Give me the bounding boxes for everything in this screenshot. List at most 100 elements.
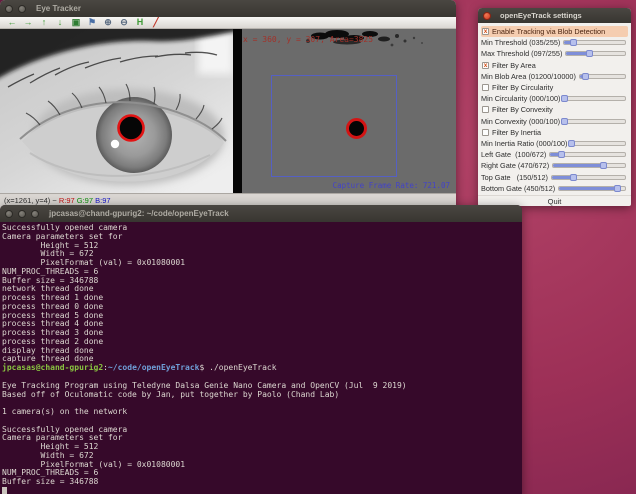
prompt-path: ~/code/openEyeTrack [108,363,200,372]
pixel-blue-value: B:97 [95,196,110,205]
gate-rectangle [271,75,397,177]
minimize-icon[interactable] [18,5,26,13]
checkbox[interactable] [482,84,489,91]
setting-label: Top Gate (150/512) [481,173,548,182]
blob-coordinates-text: x = 360, y = 307, Area=3825 [243,35,373,44]
slider[interactable] [563,96,626,101]
eye-tracker-titlebar[interactable]: Eye Tracker [0,0,456,17]
checkbox[interactable] [482,106,489,113]
terminal-line: Based off of Oculomatic code by Jan, put… [2,391,522,400]
pixel-green-value: G:97 [77,196,93,205]
checkbox[interactable] [482,129,489,136]
settings-row-11: Left Gate (100/672) [481,149,628,160]
close-icon[interactable] [5,5,13,13]
slider[interactable] [579,74,626,79]
eye-tracker-content: x = 360, y = 307, Area=3825 Capture Fram… [0,29,456,193]
zoom-in-icon[interactable]: ⊕ [100,17,116,28]
terminal-window: jpcasas@chand-gpurig2: ~/code/openEyeTra… [0,205,522,494]
desktop: Eye Tracker ←→↑↓▣⚑⊕⊖H╱ [0,0,636,494]
prompt-user: jpcasas@chand-gpurig2 [2,363,103,372]
slider-handle[interactable] [568,140,575,147]
slider[interactable] [558,186,626,191]
slider-handle[interactable] [570,39,577,46]
slider[interactable] [549,152,626,157]
settings-row-3: xFilter By Area [481,60,628,71]
window-title: jpcasas@chand-gpurig2: ~/code/openEyeTra… [49,209,229,218]
slider-handle[interactable] [582,73,589,80]
settings-row-13: Top Gate (150/512) [481,171,628,182]
pupil-detection-circle [119,116,144,141]
maximize-icon[interactable] [31,210,39,218]
slider-handle[interactable] [561,95,568,102]
slider[interactable] [563,119,626,124]
brush-icon[interactable]: ╱ [148,17,164,28]
slider-handle[interactable] [600,162,607,169]
checkbox[interactable]: x [482,28,489,35]
setting-label: Filter By Area [492,61,536,70]
slider[interactable] [563,40,626,45]
slider-handle[interactable] [558,151,565,158]
eye-image [0,29,233,193]
corneal-glint [111,140,119,148]
setting-label: Max Threshold (097/255) [481,49,562,58]
settings-row-10: Min Inertia Ratio (000/100) [481,138,628,149]
setting-label: Filter By Convexity [492,105,553,114]
close-icon[interactable] [483,12,491,20]
settings-row-5: Filter By Circularity [481,82,628,93]
setting-label: Filter By Inertia [492,128,541,137]
settings-row-9: Filter By Inertia [481,127,628,138]
terminal-line: 1 camera(s) on the network [2,408,522,417]
pan-up-icon[interactable]: ↑ [36,17,52,28]
slider-handle[interactable] [561,118,568,125]
detected-blob [346,118,367,139]
pixel-red-value: R:97 [59,196,75,205]
camera-view-panel [0,29,233,193]
pan-right-icon[interactable]: → [20,17,36,28]
settings-row-1: Min Threshold (035/255) [481,37,628,48]
settings-row-0: xEnable Tracking via Blob Detection [481,26,628,37]
settings-rows: xEnable Tracking via Blob DetectionMin T… [478,23,631,194]
terminal-body[interactable]: Successfully opened cameraCamera paramet… [0,222,522,494]
setting-label: Filter By Circularity [492,83,553,92]
pixel-coords-text: (x=1261, y=4) ~ [4,196,59,205]
setting-label: Min Inertia Ratio (000/100) [481,139,567,148]
settings-row-2: Max Threshold (097/255) [481,48,628,59]
pan-left-icon[interactable]: ← [4,17,20,28]
slider[interactable] [551,175,626,180]
terminal-titlebar[interactable]: jpcasas@chand-gpurig2: ~/code/openEyeTra… [0,205,522,222]
setting-label: Min Circularity (000/100) [481,94,560,103]
settings-titlebar[interactable]: openEyeTrack settings [478,8,631,23]
settings-row-12: Right Gate (470/672) [481,160,628,171]
slider-handle[interactable] [586,50,593,57]
settings-row-4: Min Blob Area (01200/10000) [481,71,628,82]
properties-flag-icon[interactable]: ⚑ [84,17,100,28]
minimize-icon[interactable] [18,210,26,218]
panel-divider [233,29,242,193]
settings-row-14: Bottom Gate (450/512) [481,183,628,194]
slider[interactable] [552,163,626,168]
close-icon[interactable] [5,210,13,218]
slider[interactable] [570,141,626,146]
window-title: Eye Tracker [36,4,81,13]
eye-tracker-window: Eye Tracker ←→↑↓▣⚑⊕⊖H╱ [0,0,456,212]
save-image-icon[interactable]: ▣ [68,17,84,28]
checkbox[interactable]: x [482,62,489,69]
window-title: openEyeTrack settings [500,11,582,20]
terminal-cursor [2,487,7,494]
setting-label: Enable Tracking via Blob Detection [492,27,605,36]
setting-label: Min Blob Area (01200/10000) [481,72,576,81]
frame-rate-text: Capture Frame Rate: 721.07 [333,181,450,190]
slider-handle[interactable] [570,174,577,181]
slider[interactable] [565,51,626,56]
slider-fill [559,187,617,190]
slider-handle[interactable] [614,185,621,192]
setting-label: Min Threshold (035/255) [481,38,560,47]
zoom-out-icon[interactable]: ⊖ [116,17,132,28]
settings-row-6: Min Circularity (000/100) [481,93,628,104]
eye-tracker-toolbar: ←→↑↓▣⚑⊕⊖H╱ [0,17,456,29]
terminal-line [2,487,522,494]
pan-down-icon[interactable]: ↓ [52,17,68,28]
setting-label: Left Gate (100/672) [481,150,546,159]
terminal-line: Buffer size = 346788 [2,478,522,487]
zoom-100-icon[interactable]: H [132,17,148,28]
